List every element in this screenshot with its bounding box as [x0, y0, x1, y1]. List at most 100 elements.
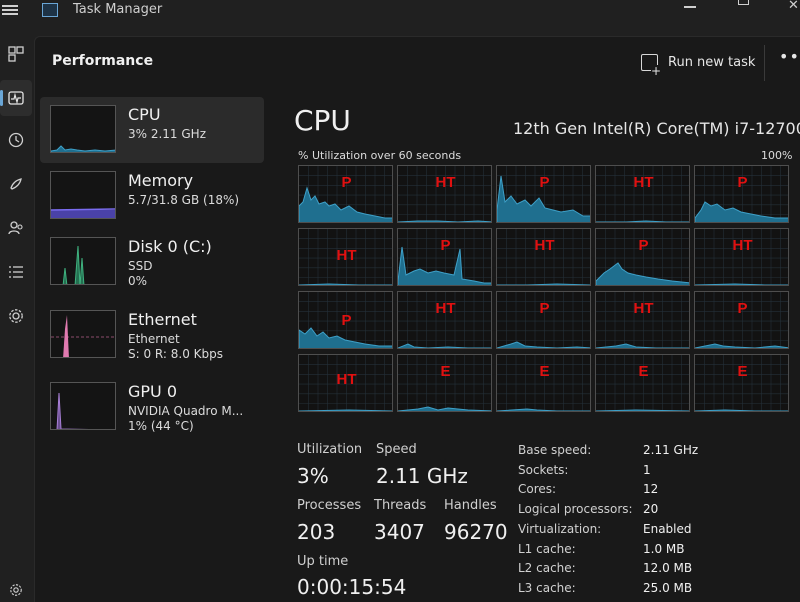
core-type-label: P [638, 237, 649, 254]
core-type-label: HT [732, 237, 753, 254]
memory-thumbnail-graph [50, 171, 116, 219]
users-icon[interactable] [0, 210, 32, 246]
nav-rail [0, 22, 32, 602]
services-icon[interactable] [0, 298, 32, 334]
core-type-label: P [341, 174, 352, 191]
page-title: Performance [52, 53, 154, 69]
device-memory[interactable]: Memory 5.7/31.8 GB (18%) [40, 163, 264, 229]
spec-value: 25.0 MB [643, 580, 693, 595]
core-graph: HT [595, 291, 690, 349]
core-graph: P [298, 165, 393, 223]
run-new-task-button[interactable]: Run new task [641, 51, 756, 77]
app-history-icon[interactable] [0, 122, 32, 158]
core-type-label: P [341, 312, 352, 329]
core-graph: P [694, 291, 789, 349]
core-graph: HT [496, 228, 591, 286]
handles-value: 96270 [444, 520, 508, 544]
core-graph: HT [694, 228, 789, 286]
speed-value: 2.11 GHz [376, 464, 468, 488]
main-panel: Performance Run new task ••• CPU 3% 2.11… [34, 36, 800, 602]
core-graph: P [496, 165, 591, 223]
header-divider [764, 45, 765, 81]
utilization-caption: % Utilization over 60 seconds [298, 149, 462, 162]
spec-label: Sockets: [518, 462, 569, 477]
hamburger-menu-icon[interactable] [2, 3, 18, 17]
processes-icon[interactable] [0, 36, 32, 72]
uptime-label: Up time [297, 554, 349, 569]
close-icon[interactable]: ✕ [788, 0, 799, 13]
core-type-label: P [737, 300, 748, 317]
spec-value: 12.0 MB [643, 561, 693, 576]
utilization-label: Utilization [297, 442, 363, 457]
device-name: CPU [128, 105, 161, 124]
core-graph: HT [298, 228, 393, 286]
core-graph: HT [595, 165, 690, 223]
core-type-label: P [440, 237, 451, 254]
device-disk[interactable]: Disk 0 (C:) SSD 0% [40, 229, 264, 295]
device-detail: 3% 2.11 GHz [128, 127, 207, 141]
speed-label: Speed [376, 442, 417, 457]
device-ethernet[interactable]: Ethernet Ethernet S: 0 R: 8.0 Kbps [40, 302, 264, 368]
device-name: GPU 0 [128, 382, 178, 401]
uptime-value: 0:00:15:54 [297, 575, 407, 599]
device-name: Memory [128, 171, 194, 190]
core-graph: P [298, 291, 393, 349]
spec-value: 1 [643, 462, 651, 477]
startup-apps-icon[interactable] [0, 166, 32, 202]
core-graph: P [397, 228, 492, 286]
core-type-label: P [737, 174, 748, 191]
page-header: Performance Run new task ••• [35, 37, 800, 89]
logical-processor-grid: P HT P HT P HT P HT P HT P HT P HT P HT E E E E [298, 165, 800, 415]
core-graph: E [496, 354, 591, 412]
minimize-icon[interactable] [684, 6, 696, 8]
core-type-label: E [539, 363, 550, 380]
gpu-thumbnail-graph [50, 382, 116, 430]
core-type-label: HT [336, 371, 357, 388]
device-detail: SSD 0% [128, 259, 153, 288]
maximize-icon[interactable] [738, 0, 749, 5]
window-title: Task Manager [73, 2, 163, 17]
spec-value: 12 [643, 482, 659, 497]
core-type-label: HT [633, 300, 654, 317]
spec-label: Base speed: [518, 443, 592, 457]
device-gpu[interactable]: GPU 0 NVIDIA Quadro M... 1% (44 °C) [40, 374, 264, 440]
core-graph: P [496, 291, 591, 349]
core-type-label: E [638, 363, 649, 380]
spec-value: 1.0 MB [643, 541, 685, 556]
device-cpu[interactable]: CPU 3% 2.11 GHz [40, 97, 264, 163]
more-options-button[interactable]: ••• [779, 47, 800, 66]
core-type-label: HT [336, 247, 357, 264]
core-type-label: P [539, 174, 550, 191]
device-name: Disk 0 (C:) [128, 237, 212, 256]
spec-label: L3 cache: [518, 580, 576, 595]
core-graph: P [694, 165, 789, 223]
core-type-label: P [539, 300, 550, 317]
run-new-task-label: Run new task [668, 54, 756, 70]
device-detail: Ethernet S: 0 R: 8.0 Kbps [128, 332, 224, 361]
utilization-max: 100% [761, 149, 793, 162]
disk-thumbnail-graph [50, 237, 116, 285]
cpu-model: 12th Gen Intel(R) Core(TM) i7-12700 [513, 119, 800, 138]
core-graph: HT [397, 291, 492, 349]
core-graph: HT [298, 354, 393, 412]
task-manager-app-icon [42, 3, 58, 17]
run-new-task-icon [641, 53, 661, 77]
handles-label: Handles [444, 498, 497, 513]
core-type-label: HT [633, 174, 654, 191]
threads-label: Threads [374, 498, 427, 513]
spec-value: 2.11 GHz [643, 443, 699, 457]
performance-icon[interactable] [0, 80, 32, 116]
spec-label: Virtualization: [518, 521, 602, 536]
core-type-label: E [737, 363, 748, 380]
utilization-value: 3% [297, 464, 329, 488]
core-graph: E [595, 354, 690, 412]
spec-label: L1 cache: [518, 541, 576, 556]
core-type-label: E [440, 363, 451, 380]
threads-value: 3407 [374, 520, 425, 544]
settings-icon[interactable] [0, 578, 32, 602]
core-graph: P [595, 228, 690, 286]
core-graph: E [397, 354, 492, 412]
details-icon[interactable] [0, 254, 32, 290]
device-detail: 5.7/31.8 GB (18%) [128, 193, 240, 207]
core-graph: HT [397, 165, 492, 223]
